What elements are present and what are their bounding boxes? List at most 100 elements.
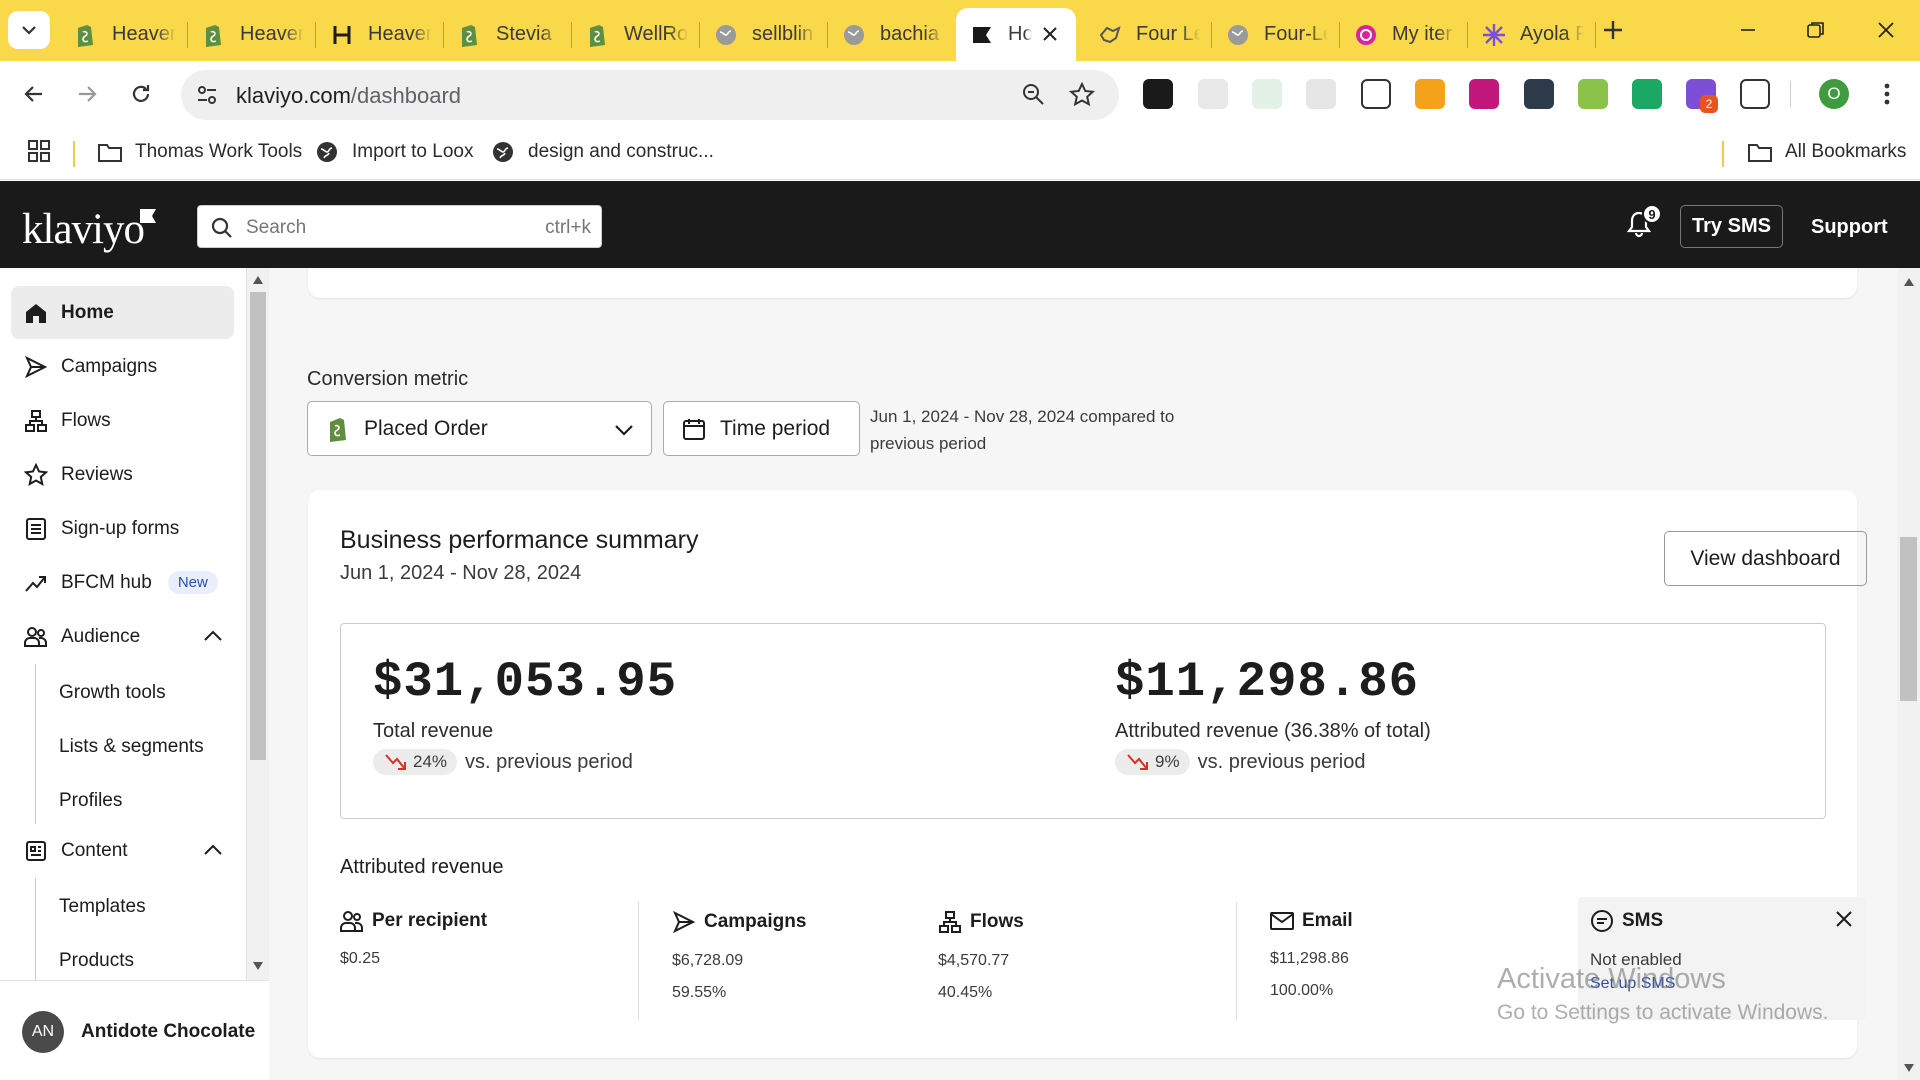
sidebar-item-home[interactable]: Home — [11, 286, 234, 339]
extension-robot-icon[interactable] — [1252, 79, 1282, 109]
shopify-icon — [74, 23, 98, 47]
account-switcher[interactable]: AN Antidote Chocolate — [0, 980, 269, 1080]
browser-tab[interactable]: sellblin — [700, 8, 828, 61]
page-scrollbar-thumb[interactable] — [1900, 537, 1917, 701]
sidebar-subitem-lists-segments[interactable]: Lists & segments — [59, 736, 204, 758]
support-link[interactable]: Support — [1811, 216, 1888, 239]
scroll-down-arrow-icon[interactable] — [1904, 1064, 1914, 1072]
extension-sync-icon[interactable] — [1632, 79, 1662, 109]
extension-cube-icon[interactable] — [1306, 79, 1336, 109]
account-name: Antidote Chocolate — [81, 1021, 256, 1042]
apps-button[interactable] — [27, 139, 51, 163]
browser-tab[interactable]: Four-Le — [1212, 8, 1340, 61]
column-value: $11,298.86 — [1270, 950, 1349, 967]
browser-tab[interactable]: WellRo — [572, 8, 700, 61]
sidebar-item-bfcm-hub[interactable]: BFCM hub New — [11, 556, 234, 609]
extension-bulb-icon[interactable] — [1578, 79, 1608, 109]
bookmark-design-and-construc[interactable]: design and construc... — [490, 139, 714, 165]
browser-tab-label: Four Le — [1136, 23, 1200, 45]
sidebar-item-sign-up-forms[interactable]: Sign-up forms — [11, 502, 234, 555]
close-icon[interactable] — [1834, 909, 1854, 929]
minimize-button[interactable] — [1718, 8, 1778, 52]
zoom-icon[interactable] — [1021, 82, 1047, 108]
try-sms-button[interactable]: Try SMS — [1680, 205, 1783, 248]
restore-button[interactable] — [1786, 8, 1846, 52]
browser-tab[interactable]: My iter — [1340, 8, 1468, 61]
search-placeholder: Search — [246, 217, 307, 238]
profile-avatar[interactable]: O — [1819, 79, 1849, 109]
total-change-value: 24% — [413, 752, 448, 771]
conversion-metric-value: Placed Order — [364, 417, 488, 440]
scroll-up-arrow-icon[interactable] — [253, 276, 263, 284]
sidebar-item-campaigns[interactable]: Campaigns — [11, 340, 234, 393]
browser-menu-button[interactable] — [1870, 77, 1904, 111]
browser-tab-label: sellblin — [752, 23, 814, 45]
tab-search-button[interactable] — [8, 11, 50, 49]
browser-tab[interactable]: Heaven — [60, 8, 188, 61]
h-logo-icon — [330, 23, 354, 47]
minimize-icon — [1741, 29, 1755, 31]
bookmark-star-icon[interactable] — [1069, 82, 1095, 108]
extension-bird-icon[interactable] — [1361, 79, 1391, 109]
klaviyo-logo[interactable]: klaviyo — [22, 205, 145, 254]
bookmark-import-to-loox[interactable]: Import to Loox — [314, 139, 473, 165]
sidebar-item-flows[interactable]: Flows — [11, 394, 234, 447]
column-label: Flows — [970, 911, 1024, 932]
conversion-metric-select[interactable]: Placed Order — [307, 401, 652, 456]
browser-tab[interactable]: Heaven — [188, 8, 316, 61]
url-text: klaviyo.com/dashboard — [236, 83, 461, 109]
shopify-icon — [458, 23, 482, 47]
forward-button[interactable] — [70, 77, 104, 111]
chevron-up-icon[interactable] — [202, 839, 224, 861]
bookmark-label: design and construc... — [528, 141, 714, 162]
close-window-button[interactable] — [1856, 8, 1916, 52]
browser-tab[interactable]: Stevia — [444, 8, 572, 61]
sidebar-subitem-products[interactable]: Products — [59, 950, 134, 972]
chevron-up-icon[interactable] — [202, 625, 224, 647]
klaviyo-flag-icon — [970, 23, 994, 47]
time-period-button[interactable]: Time period — [663, 401, 860, 456]
extension-screen-icon[interactable] — [1143, 79, 1173, 109]
browser-tab[interactable]: Ayola F — [1468, 8, 1596, 61]
browser-tab[interactable]: Heaven — [316, 8, 444, 61]
kebab-menu-icon — [1884, 83, 1890, 105]
extension-download-icon[interactable] — [1469, 79, 1499, 109]
avatar: AN — [22, 1011, 64, 1053]
extension-color-icon[interactable] — [1198, 79, 1228, 109]
sidebar-subitem-growth-tools[interactable]: Growth tools — [59, 682, 166, 704]
sidebar-item-audience[interactable]: Audience — [11, 610, 234, 663]
close-tab-icon[interactable] — [1038, 22, 1062, 46]
globe-icon — [490, 139, 516, 165]
extension-dots-icon[interactable] — [1524, 79, 1554, 109]
bookmarks-bar: Thomas Work Tools Import to Loox design … — [0, 127, 1920, 180]
scroll-up-arrow-icon[interactable] — [1904, 278, 1914, 286]
all-bookmarks-button[interactable]: All Bookmarks — [1747, 139, 1906, 165]
new-tab-button[interactable] — [1597, 14, 1629, 46]
sidebar-item-reviews[interactable]: Reviews — [11, 448, 234, 501]
search-input[interactable]: Search ctrl+k — [197, 205, 602, 248]
browser-tab[interactable]: bachia — [828, 8, 956, 61]
sidebar-scrollbar-thumb[interactable] — [250, 292, 266, 760]
scroll-down-arrow-icon[interactable] — [253, 962, 263, 970]
sidebar-subitem-templates[interactable]: Templates — [59, 896, 146, 918]
sidebar-subitem-profiles[interactable]: Profiles — [59, 790, 122, 812]
trend-down-icon — [385, 754, 406, 770]
bookmarks-divider — [1722, 141, 1724, 167]
sidebar-item-label: Campaigns — [61, 355, 158, 377]
revenue-summary-box: $31,053.95 Total revenue 24% vs. previou… — [340, 623, 1826, 819]
browser-tab[interactable]: Four Le — [1084, 8, 1212, 61]
globe-icon — [842, 23, 866, 47]
restore-icon — [1807, 22, 1824, 38]
bookmark-thomas-work-tools[interactable]: Thomas Work Tools — [97, 139, 302, 165]
folder-icon — [97, 139, 123, 165]
extensions-puzzle-icon[interactable] — [1740, 79, 1770, 109]
reload-button[interactable] — [124, 77, 158, 111]
back-button[interactable] — [17, 77, 51, 111]
extension-search-icon[interactable] — [1415, 79, 1445, 109]
browser-tab[interactable]: Ho — [956, 8, 1076, 61]
sidebar-item-content[interactable]: Content — [11, 824, 234, 877]
view-dashboard-button[interactable]: View dashboard — [1664, 531, 1867, 586]
browser-tab-label: My iter — [1392, 23, 1452, 45]
globe-icon — [714, 23, 738, 47]
address-bar[interactable]: klaviyo.com/dashboard — [181, 70, 1119, 120]
